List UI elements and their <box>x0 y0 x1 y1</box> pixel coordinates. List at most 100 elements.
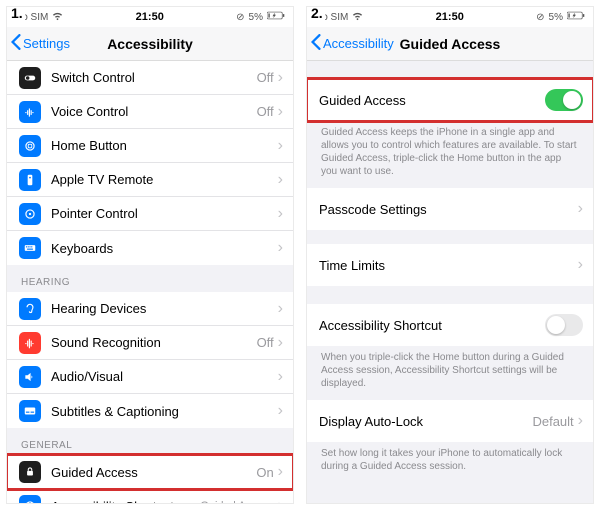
row-label: Voice Control <box>51 104 257 119</box>
chevron-right-icon: › <box>278 172 283 188</box>
row-label: Home Button <box>51 138 278 153</box>
content-scroll[interactable]: Switch Control Off › Voice Control Off ›… <box>7 61 293 503</box>
row-time-limits[interactable]: Time Limits › <box>307 244 593 286</box>
back-label: Accessibility <box>323 36 394 51</box>
chevron-right-icon: › <box>578 257 583 273</box>
home-button-icon <box>19 135 41 157</box>
chevron-right-icon: › <box>278 104 283 120</box>
row-guided-access[interactable]: Guided Access On › <box>7 455 293 489</box>
footer-text: When you triple-click the Home button du… <box>307 346 593 400</box>
back-label: Settings <box>23 36 70 51</box>
switch-control-icon <box>19 67 41 89</box>
pointer-control-icon <box>19 203 41 225</box>
row-passcode-settings[interactable]: Passcode Settings › <box>307 188 593 230</box>
status-bar: No SIM 21:50 ⊘ 5% <box>7 7 293 27</box>
row-keyboards[interactable]: Keyboards › <box>7 231 293 265</box>
row-sound-recognition[interactable]: Sound Recognition Off › <box>7 326 293 360</box>
clock: 21:50 <box>363 11 536 23</box>
chevron-right-icon: › <box>578 413 583 429</box>
footer-text: Set how long it takes your iPhone to aut… <box>307 442 593 483</box>
chevron-right-icon: › <box>278 403 283 419</box>
row-accessibility-shortcut-toggle[interactable]: Accessibility Shortcut <box>307 304 593 346</box>
chevron-left-icon <box>11 34 21 53</box>
row-label: Subtitles & Captioning <box>51 404 278 419</box>
accessibility-shortcut-icon <box>19 495 41 503</box>
row-value: Guided Access <box>200 500 273 503</box>
content-scroll[interactable]: Guided Access Guided Access keeps the iP… <box>307 61 593 503</box>
wifi-icon <box>52 10 63 24</box>
wifi-icon <box>352 10 363 24</box>
section-header-hearing: HEARING <box>7 265 293 292</box>
row-label: Hearing Devices <box>51 301 278 316</box>
chevron-right-icon: › <box>278 369 283 385</box>
highlighted-guided-access: Guided Access On › <box>7 455 293 489</box>
highlighted-guided-access-toggle: Guided Access <box>307 79 593 121</box>
row-label: Accessibility Shortcut <box>319 318 545 333</box>
row-label: Apple TV Remote <box>51 172 278 187</box>
row-apple-tv-remote[interactable]: Apple TV Remote › <box>7 163 293 197</box>
back-button[interactable]: Accessibility <box>307 34 394 53</box>
chevron-right-icon: › <box>278 464 283 480</box>
row-label: Sound Recognition <box>51 335 257 350</box>
row-value: On <box>256 465 273 480</box>
chevron-right-icon: › <box>278 301 283 317</box>
row-label: Pointer Control <box>51 206 278 221</box>
panel-accessibility: 1. No SIM 21:50 ⊘ 5% Settings Accessibil… <box>6 6 294 504</box>
row-display-auto-lock[interactable]: Display Auto-Lock Default › <box>307 400 593 442</box>
hearing-devices-icon <box>19 298 41 320</box>
chevron-right-icon: › <box>278 206 283 222</box>
row-label: Guided Access <box>319 93 545 108</box>
section-header-general: GENERAL <box>7 428 293 455</box>
toggle-accessibility-shortcut[interactable] <box>545 314 583 336</box>
row-label: Keyboards <box>51 241 278 256</box>
row-switch-control[interactable]: Switch Control Off › <box>7 61 293 95</box>
panel-guided-access: 2. No SIM 21:50 ⊘ 5% Accessibility Guide… <box>306 6 594 504</box>
chevron-right-icon: › <box>278 335 283 351</box>
row-hearing-devices[interactable]: Hearing Devices › <box>7 292 293 326</box>
row-accessibility-shortcut[interactable]: Accessibility Shortcut Guided Access › <box>7 489 293 503</box>
guided-access-icon <box>19 461 41 483</box>
nav-bar: Accessibility Guided Access <box>307 27 593 61</box>
row-label: Accessibility Shortcut <box>51 499 200 504</box>
row-value: Off <box>257 335 274 350</box>
back-button[interactable]: Settings <box>7 34 70 53</box>
chevron-right-icon: › <box>278 138 283 154</box>
row-audio-visual[interactable]: Audio/Visual › <box>7 360 293 394</box>
alarm-icon: ⊘ <box>236 12 244 23</box>
row-home-button[interactable]: Home Button › <box>7 129 293 163</box>
subtitles-icon <box>19 400 41 422</box>
battery-text: 5% <box>549 12 563 23</box>
chevron-right-icon: › <box>278 498 283 503</box>
row-subtitles[interactable]: Subtitles & Captioning › <box>7 394 293 428</box>
row-value: Off <box>257 70 274 85</box>
audio-visual-icon <box>19 366 41 388</box>
row-label: Display Auto-Lock <box>319 414 532 429</box>
sound-recognition-icon <box>19 332 41 354</box>
row-voice-control[interactable]: Voice Control Off › <box>7 95 293 129</box>
step-number: 2. <box>309 6 325 21</box>
alarm-icon: ⊘ <box>536 12 544 23</box>
chevron-right-icon: › <box>278 70 283 86</box>
row-label: Time Limits <box>319 258 578 273</box>
row-label: Audio/Visual <box>51 369 278 384</box>
clock: 21:50 <box>63 11 236 23</box>
toggle-guided-access[interactable] <box>545 89 583 111</box>
nav-bar: Settings Accessibility <box>7 27 293 61</box>
battery-text: 5% <box>249 12 263 23</box>
status-bar: No SIM 21:50 ⊘ 5% <box>307 7 593 27</box>
row-guided-access-toggle[interactable]: Guided Access <box>307 79 593 121</box>
row-label: Guided Access <box>51 465 256 480</box>
step-number: 1. <box>9 6 25 21</box>
keyboards-icon <box>19 237 41 259</box>
chevron-right-icon: › <box>278 240 283 256</box>
battery-icon <box>267 11 285 23</box>
row-label: Passcode Settings <box>319 202 578 217</box>
row-pointer-control[interactable]: Pointer Control › <box>7 197 293 231</box>
row-value: Default <box>532 414 573 429</box>
row-value: Off <box>257 104 274 119</box>
row-label: Switch Control <box>51 70 257 85</box>
chevron-right-icon: › <box>578 201 583 217</box>
footer-text: Guided Access keeps the iPhone in a sing… <box>307 121 593 188</box>
voice-control-icon <box>19 101 41 123</box>
apple-tv-remote-icon <box>19 169 41 191</box>
